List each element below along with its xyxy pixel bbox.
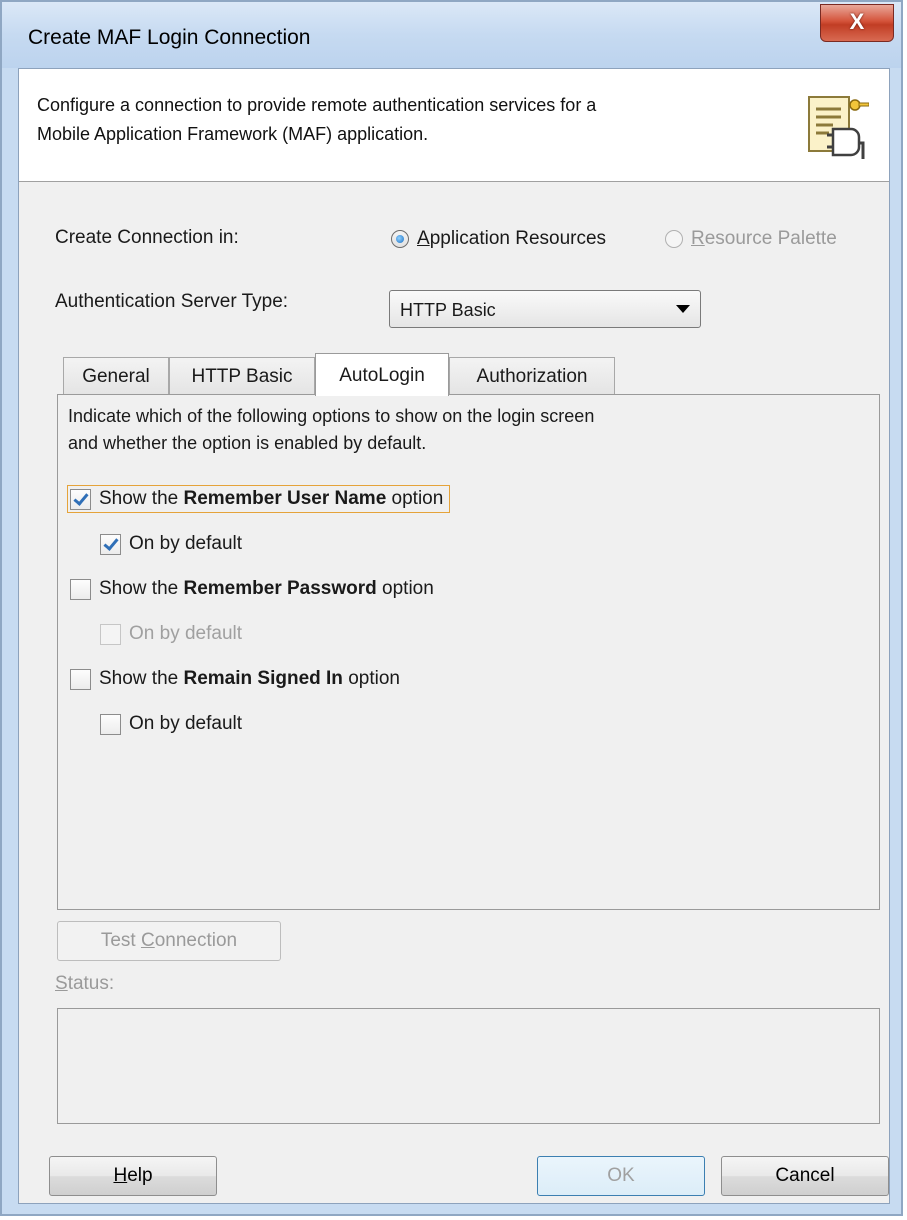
autologin-description-line2: and whether the option is enabled by def…: [68, 433, 427, 453]
checkbox-checked-icon: [100, 533, 121, 555]
dialog-window: Create MAF Login Connection X Configure …: [0, 0, 903, 1216]
tab-autologin[interactable]: AutoLogin: [315, 353, 449, 396]
tab-http-basic[interactable]: HTTP Basic: [169, 357, 315, 395]
header-description-line1: Configure a connection to provide remote…: [37, 95, 597, 115]
checkbox-checked-icon: [70, 488, 91, 510]
checkbox-unchecked-icon: [100, 713, 121, 735]
status-output: [57, 1008, 880, 1124]
remember-username-default-label: On by default: [129, 533, 243, 554]
checkbox-unchecked-icon: [70, 668, 91, 690]
radio-unselected-icon: [665, 230, 683, 248]
radio-application-resources[interactable]: Application Resources: [391, 228, 606, 250]
dialog-title: Create MAF Login Connection: [28, 26, 311, 49]
status-label: Status:: [55, 973, 115, 994]
remain-signed-in-default-label: On by default: [129, 713, 243, 734]
show-remember-username-checkbox[interactable]: Show the Remember User Name option: [66, 485, 451, 513]
connection-plug-key-icon: [808, 96, 869, 159]
close-button[interactable]: X: [820, 4, 894, 42]
ok-button[interactable]: OK: [537, 1156, 705, 1196]
title-bar: Create MAF Login Connection X: [2, 2, 901, 68]
header-description-line2: Mobile Application Framework (MAF) appli…: [37, 124, 429, 144]
show-remember-password-label: Show the Remember Password option: [99, 578, 434, 599]
remember-password-default-checkbox[interactable]: On by default: [100, 623, 242, 645]
radio-selected-icon: [391, 230, 409, 248]
auth-server-type-value: HTTP Basic: [400, 300, 496, 320]
radio-resource-palette[interactable]: Resource Palette: [665, 228, 837, 250]
show-remember-username-label: Show the Remember User Name option: [99, 488, 444, 509]
chevron-down-icon: [676, 305, 690, 313]
test-connection-button[interactable]: Test Connection: [57, 921, 281, 961]
close-icon: X: [849, 9, 865, 34]
header-description: Configure a connection to provide remote…: [37, 91, 757, 149]
autologin-description-line1: Indicate which of the following options …: [68, 406, 595, 426]
dialog-header: Configure a connection to provide remote…: [19, 69, 889, 182]
show-remain-signed-in-label: Show the Remain Signed In option: [99, 668, 400, 689]
help-button[interactable]: Help: [49, 1156, 217, 1196]
tab-authorization[interactable]: Authorization: [449, 357, 615, 395]
remain-signed-in-default-checkbox[interactable]: On by default: [100, 713, 242, 735]
radio-resource-palette-label: Resource Palette: [691, 228, 837, 249]
checkbox-unchecked-icon: [70, 578, 91, 600]
show-remain-signed-in-checkbox[interactable]: Show the Remain Signed In option: [70, 668, 400, 690]
autologin-description: Indicate which of the following options …: [68, 403, 768, 457]
create-connection-label: Create Connection in:: [55, 227, 239, 248]
tab-general[interactable]: General: [63, 357, 169, 395]
checkbox-unchecked-icon: [100, 623, 121, 645]
dialog-body: Configure a connection to provide remote…: [18, 68, 890, 1204]
autologin-panel: Indicate which of the following options …: [57, 394, 880, 910]
auth-server-type-select[interactable]: HTTP Basic: [389, 290, 701, 328]
radio-application-resources-label: Application Resources: [417, 228, 607, 249]
remember-password-default-label: On by default: [129, 623, 243, 644]
cancel-button[interactable]: Cancel: [721, 1156, 889, 1196]
show-remember-password-checkbox[interactable]: Show the Remember Password option: [70, 578, 434, 600]
remember-username-default-checkbox[interactable]: On by default: [100, 533, 242, 555]
auth-server-type-label: Authentication Server Type:: [55, 291, 289, 312]
